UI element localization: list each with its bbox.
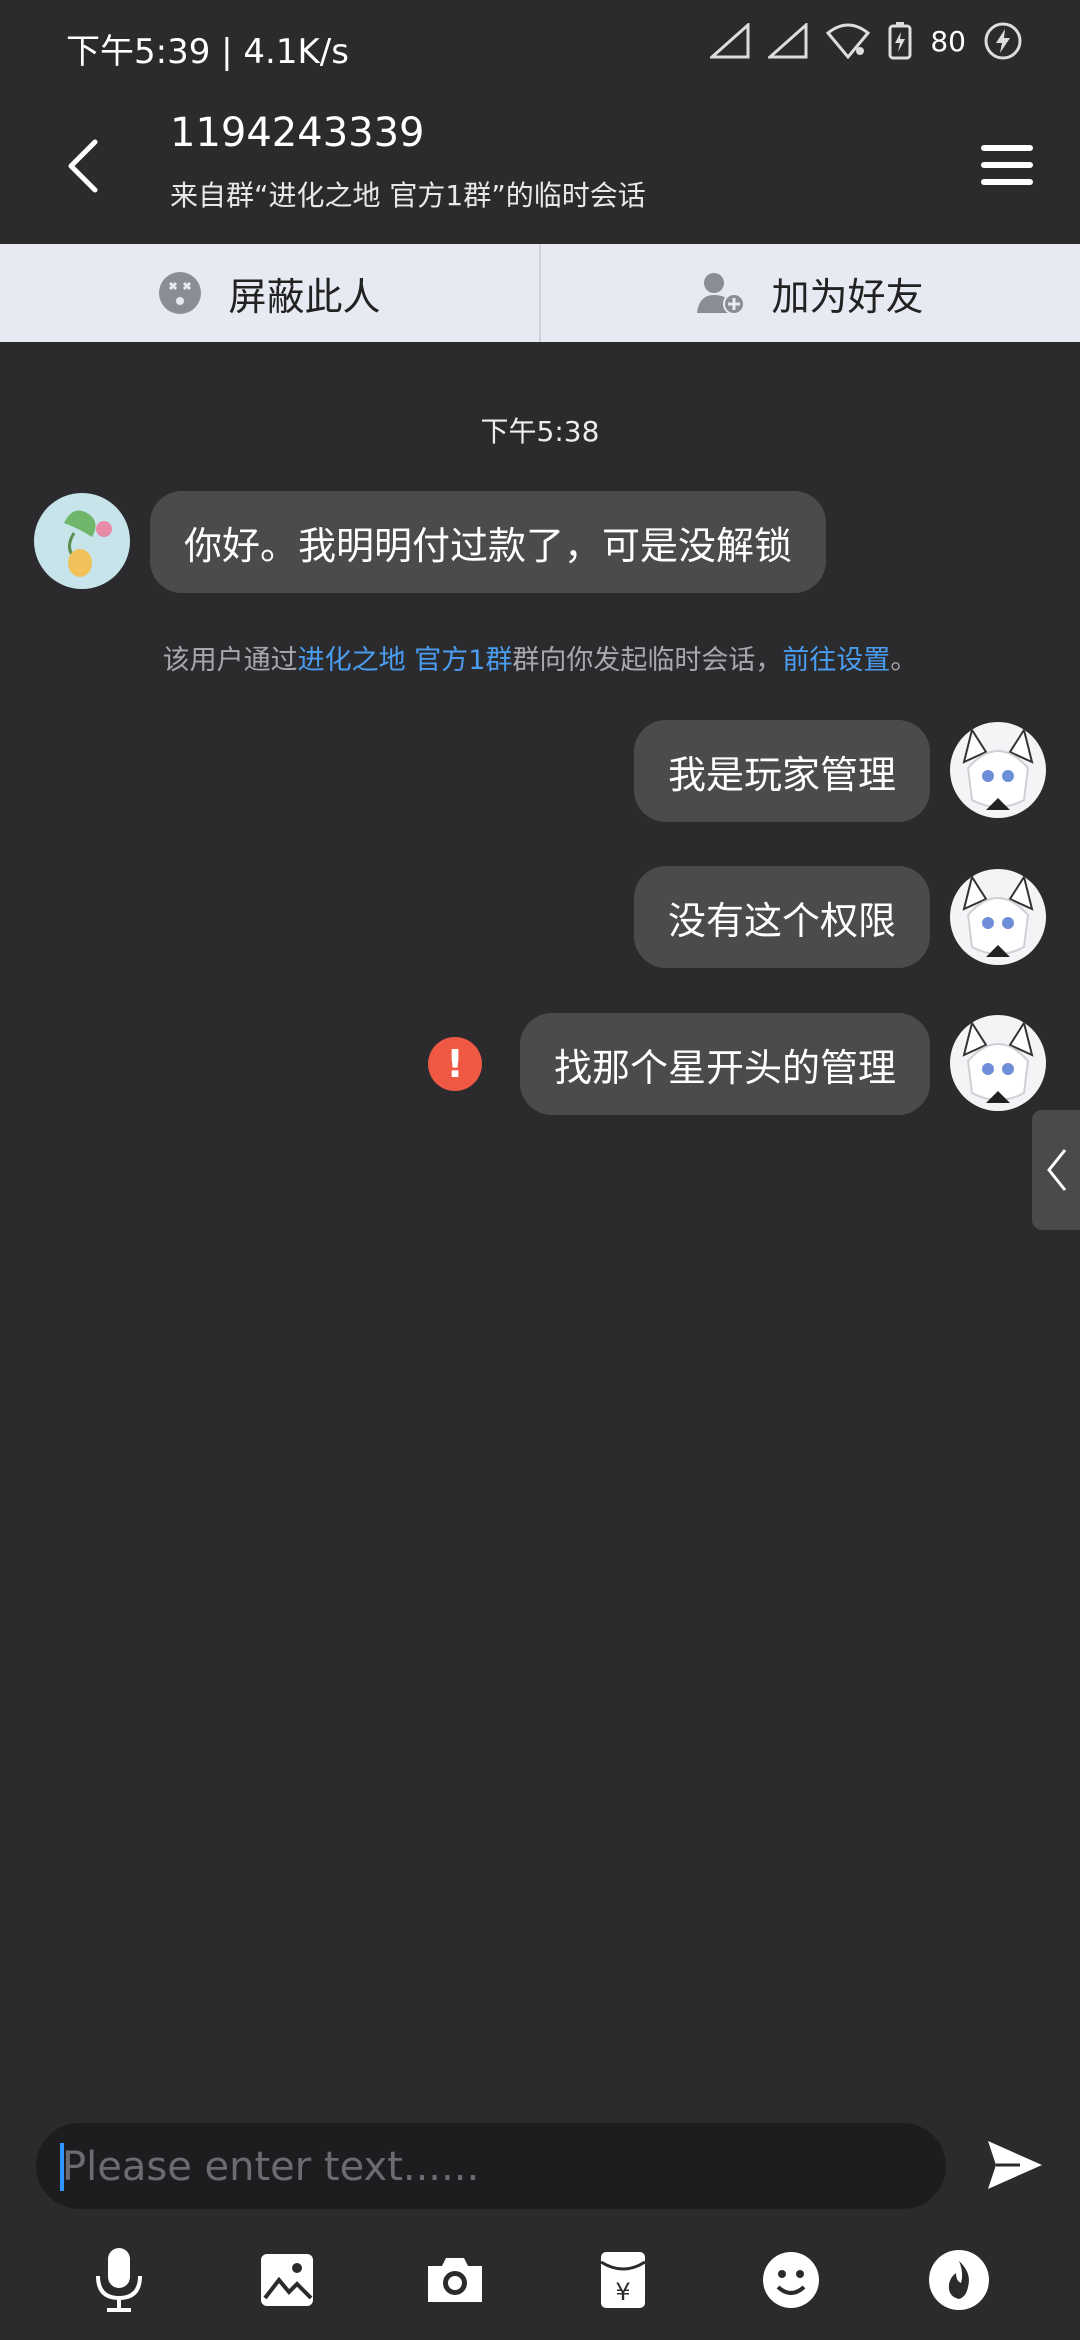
side-panel-handle[interactable] <box>1032 1110 1080 1230</box>
session-source-subtitle: 来自群“进化之地 官方1群”的临时会话 <box>170 179 646 212</box>
system-notice: 该用户通过进化之地 官方1群群向你发起临时会话，前往设置。 <box>0 638 1080 677</box>
self-avatar-icon <box>950 1015 1046 1111</box>
microphone-icon <box>96 2248 142 2312</box>
settings-link[interactable]: 前往设置 <box>782 645 890 676</box>
chevron-left-icon <box>1047 1149 1067 1191</box>
camera-icon <box>428 2258 482 2302</box>
message-bubble[interactable]: 没有这个权限 <box>633 866 930 968</box>
battery-percentage: 80 <box>930 24 966 58</box>
message-timestamp: 下午5:38 <box>480 415 600 448</box>
battery-icon <box>888 22 912 60</box>
send-button[interactable] <box>980 2130 1050 2200</box>
text-caret <box>60 2143 64 2191</box>
status-icons: 80 <box>710 22 1022 60</box>
signal-icon <box>768 23 808 59</box>
send-failed-icon[interactable]: ! <box>428 1037 482 1091</box>
add-friend-label: 加为好友 <box>771 274 924 319</box>
image-icon <box>261 2254 313 2306</box>
red-packet-icon: ¥ <box>600 2252 646 2308</box>
action-bar: 屏蔽此人 加为好友 <box>0 244 1080 342</box>
avatar[interactable] <box>34 493 130 589</box>
signal-icon <box>710 23 750 59</box>
block-user-label: 屏蔽此人 <box>228 274 381 319</box>
menu-button[interactable] <box>972 130 1042 200</box>
self-avatar-icon <box>950 869 1046 965</box>
status-time-speed: 下午5:39 | 4.1K/s <box>66 32 349 72</box>
add-friend-button[interactable]: 加为好友 <box>541 244 1080 342</box>
message-bubble[interactable]: 你好。我明明付过款了，可是没解锁 <box>150 491 827 593</box>
message-bubble[interactable]: 我是玩家管理 <box>633 720 930 822</box>
hamburger-menu-icon <box>981 145 1033 185</box>
spark-button[interactable] <box>919 2240 999 2320</box>
emoji-icon <box>763 2252 819 2308</box>
voice-button[interactable] <box>79 2240 159 2320</box>
group-link[interactable]: 进化之地 官方1群 <box>298 645 513 676</box>
self-avatar-icon <box>950 722 1046 818</box>
contact-id-title: 1194243339 <box>170 110 425 156</box>
image-button[interactable] <box>247 2240 327 2320</box>
avatar[interactable] <box>950 722 1046 818</box>
send-icon <box>988 2141 1042 2189</box>
avatar[interactable] <box>950 1015 1046 1111</box>
contact-avatar-icon <box>34 493 130 589</box>
system-notice-prefix: 该用户通过 <box>162 645 298 676</box>
block-user-button[interactable]: 屏蔽此人 <box>0 244 539 342</box>
message-input[interactable] <box>60 2123 924 2211</box>
avatar[interactable] <box>950 869 1046 965</box>
charging-icon <box>984 22 1022 60</box>
wifi-icon <box>826 23 871 59</box>
back-button[interactable] <box>52 126 112 206</box>
status-bar: 下午5:39 | 4.1K/s 80 <box>0 0 1080 96</box>
system-notice-middle: 群向你发起临时会话， <box>512 645 783 676</box>
message-input-container <box>36 2123 946 2211</box>
chat-header: 1194243339 来自群“进化之地 官方1群”的临时会话 <box>0 96 1080 244</box>
block-face-icon <box>159 272 202 314</box>
camera-button[interactable] <box>415 2240 495 2320</box>
fire-icon <box>929 2250 989 2310</box>
message-bubble[interactable]: 找那个星开头的管理 <box>519 1013 930 1115</box>
system-notice-suffix: 。 <box>890 645 918 676</box>
chevron-left-icon <box>68 139 98 193</box>
emoji-button[interactable] <box>751 2240 831 2320</box>
red-packet-button[interactable]: ¥ <box>583 2240 663 2320</box>
add-friend-icon <box>697 273 746 315</box>
svg-text:¥: ¥ <box>615 2278 630 2306</box>
